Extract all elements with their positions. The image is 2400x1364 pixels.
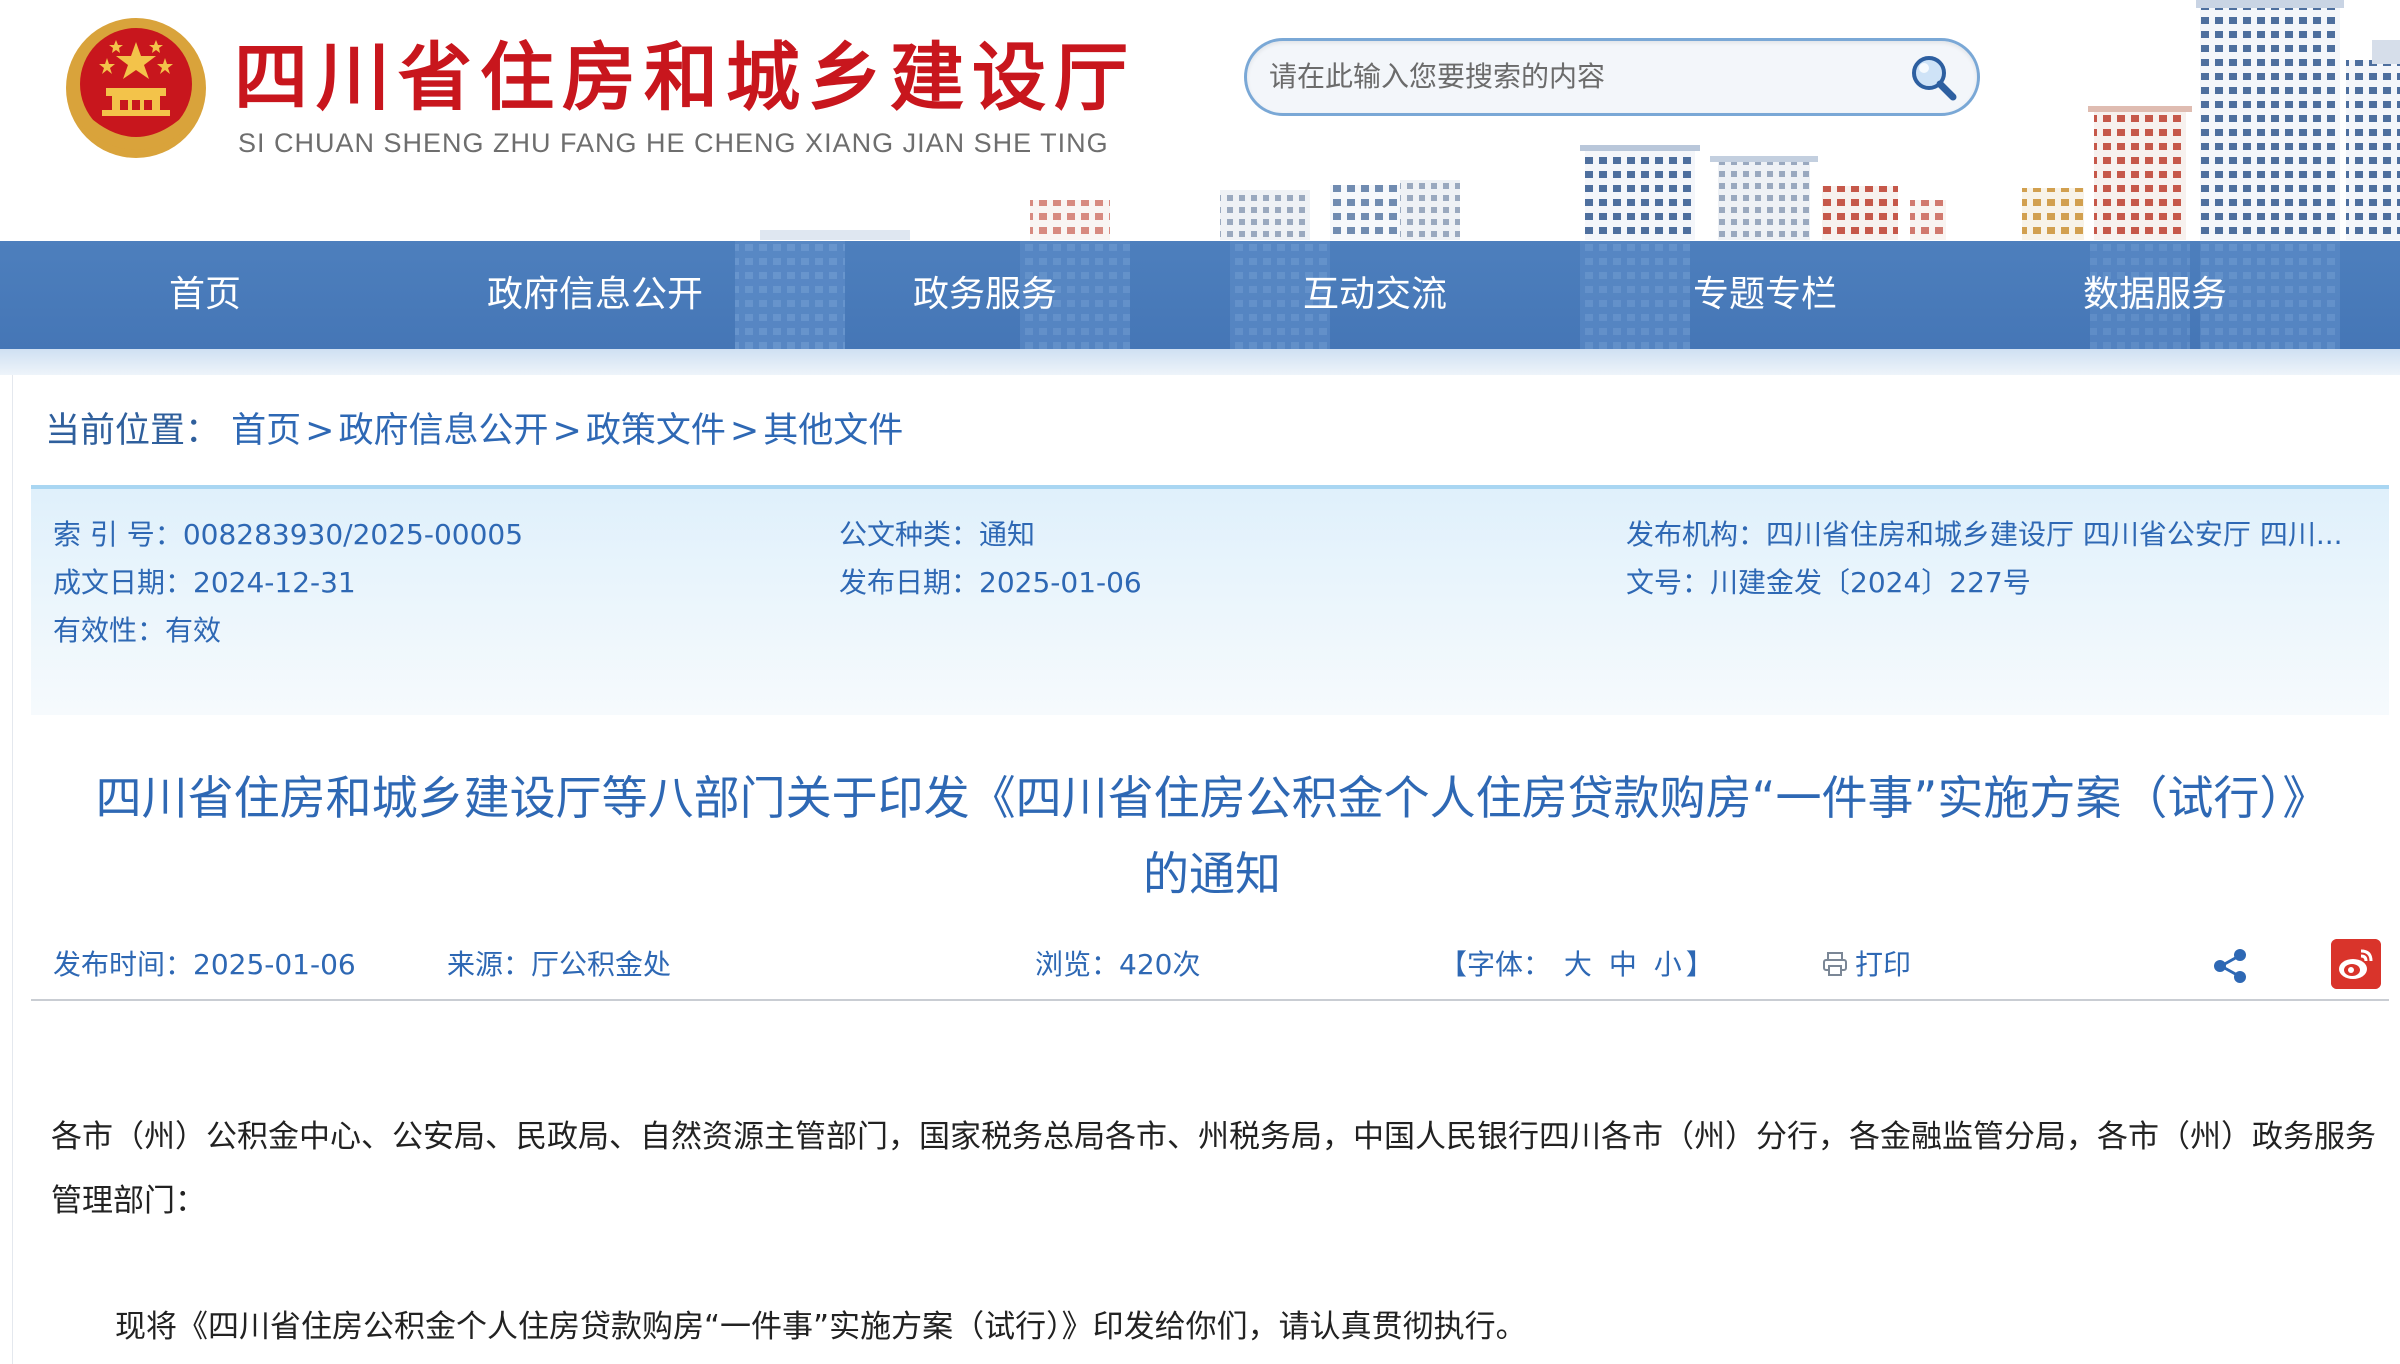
info-doc-number: 文号：川建金发〔2024〕227号 [1626, 563, 2031, 603]
info-doc-number-key: 文号： [1626, 566, 1711, 599]
info-published-value: 2025-01-06 [979, 566, 1142, 599]
article-paragraph-2: 现将《四川省住房公积金个人住房贷款购房“一件事”实施方案（试行）》印发给你们，请… [115, 1309, 1527, 1345]
info-index-key: 索 引 号： [53, 518, 183, 551]
info-doc-type: 公文种类：通知 [839, 515, 1035, 555]
nav-item-gov-service[interactable]: 政务服务 [880, 241, 1090, 349]
font-size-label: 【字体： [1439, 948, 1552, 981]
font-size-label-close: 】 [1685, 948, 1714, 981]
main-nav: 首页 政府信息公开 政务服务 互动交流 专题专栏 数据服务 [0, 241, 2400, 349]
nav-item-home[interactable]: 首页 [105, 241, 305, 349]
article-paragraph-1: 各市（州）公积金中心、公安局、民政局、自然资源主管部门，国家税务总局各市、州税务… [51, 1119, 2376, 1219]
breadcrumb-separator: > [305, 411, 335, 451]
nav-shadow [0, 349, 2400, 375]
info-issuer: 发布机构：四川省住房和城乡建设厅 四川省公安厅 四川... [1626, 515, 2343, 555]
nav-item-gov-info[interactable]: 政府信息公开 [470, 241, 720, 349]
printer-icon [1823, 952, 1847, 976]
font-size-selector: 【字体： 大 中 小】 [1439, 935, 1714, 995]
info-validity-key: 有效性： [53, 614, 166, 647]
view-count: 浏览：420次 [1035, 948, 1201, 981]
breadcrumb-item-policy-docs[interactable]: 政策文件 [586, 411, 726, 451]
breadcrumb: 当前位置： 首页 > 政府信息公开 > 政策文件 > 其他文件 [45, 401, 903, 461]
breadcrumb-item-gov-info[interactable]: 政府信息公开 [339, 411, 549, 451]
nav-item-special-topics[interactable]: 专题专栏 [1660, 241, 1870, 349]
publish-time: 发布时间：2025-01-06 [53, 948, 356, 981]
article-meta-bar: 发布时间：2025-01-06 来源：厅公积金处 浏览：420次 【字体： 大 … [31, 935, 2389, 1001]
breadcrumb-separator: > [552, 411, 582, 451]
info-published-key: 发布日期： [839, 566, 980, 599]
info-doc-type-value: 通知 [979, 518, 1036, 551]
nav-item-interaction[interactable]: 互动交流 [1270, 241, 1480, 349]
article-title: 四川省住房和城乡建设厅等八部门关于印发《四川省住房公积金个人住房贷款购房“一件事… [35, 760, 2389, 912]
share-icon[interactable] [2209, 945, 2251, 987]
info-created-key: 成文日期： [53, 566, 194, 599]
info-issuer-value: 四川省住房和城乡建设厅 四川省公安厅 四川... [1766, 518, 2343, 551]
article-title-line-1: 四川省住房和城乡建设厅等八部门关于印发《四川省住房公积金个人住房贷款购房“一件事… [95, 771, 2329, 825]
info-index-value: 008283930/2025-00005 [182, 518, 524, 551]
breadcrumb-item-other-docs[interactable]: 其他文件 [763, 411, 903, 451]
info-validity-value: 有效 [165, 614, 222, 647]
breadcrumb-label: 当前位置： [45, 411, 221, 451]
info-index: 索 引 号：008283930/2025-00005 [53, 515, 523, 555]
info-doc-number-value: 川建金发〔2024〕227号 [1710, 566, 2031, 599]
article-title-line-2: 的通知 [1143, 847, 1281, 901]
nav-skyline-decoration [735, 241, 2340, 349]
main-content: 当前位置： 首页 > 政府信息公开 > 政策文件 > 其他文件 索 引 号：00828393… [12, 375, 2400, 1364]
font-size-large-button[interactable]: 大 [1564, 948, 1592, 981]
info-validity: 有效性：有效 [53, 611, 221, 651]
search-input[interactable] [1269, 41, 1869, 113]
info-published-date: 发布日期：2025-01-06 [839, 563, 1142, 603]
site-title-pinyin: SI CHUAN SHENG ZHU FANG HE CHENG XIANG J… [238, 128, 1109, 158]
document-info-panel: 索 引 号：008283930/2025-00005 公文种类：通知 发布机构：… [31, 485, 2389, 715]
info-created-date: 成文日期：2024-12-31 [53, 563, 356, 603]
search-box [1244, 38, 1980, 116]
article-source: 来源：厅公积金处 [447, 948, 672, 981]
info-issuer-key: 发布机构： [1626, 518, 1767, 551]
font-size-medium-button[interactable]: 中 [1609, 948, 1637, 981]
breadcrumb-separator: > [729, 411, 760, 451]
print-label: 打印 [1855, 948, 1912, 981]
breadcrumb-item-home[interactable]: 首页 [231, 411, 301, 451]
font-size-small-button[interactable]: 小 [1654, 948, 1682, 981]
search-magnifier-icon[interactable] [1905, 49, 1961, 105]
weibo-icon[interactable] [2331, 939, 2381, 989]
national-emblem-icon [66, 18, 206, 158]
info-doc-type-key: 公文种类： [839, 518, 980, 551]
print-button[interactable]: 打印 [1821, 935, 1911, 995]
nav-item-data-service[interactable]: 数据服务 [2050, 241, 2260, 349]
info-created-value: 2024-12-31 [193, 566, 356, 599]
site-header: 四川省住房和城乡建设厅 SI CHUAN SHENG ZHU FANG HE C… [0, 0, 2400, 240]
site-title: 四川省住房和城乡建设厅 [234, 35, 1136, 121]
